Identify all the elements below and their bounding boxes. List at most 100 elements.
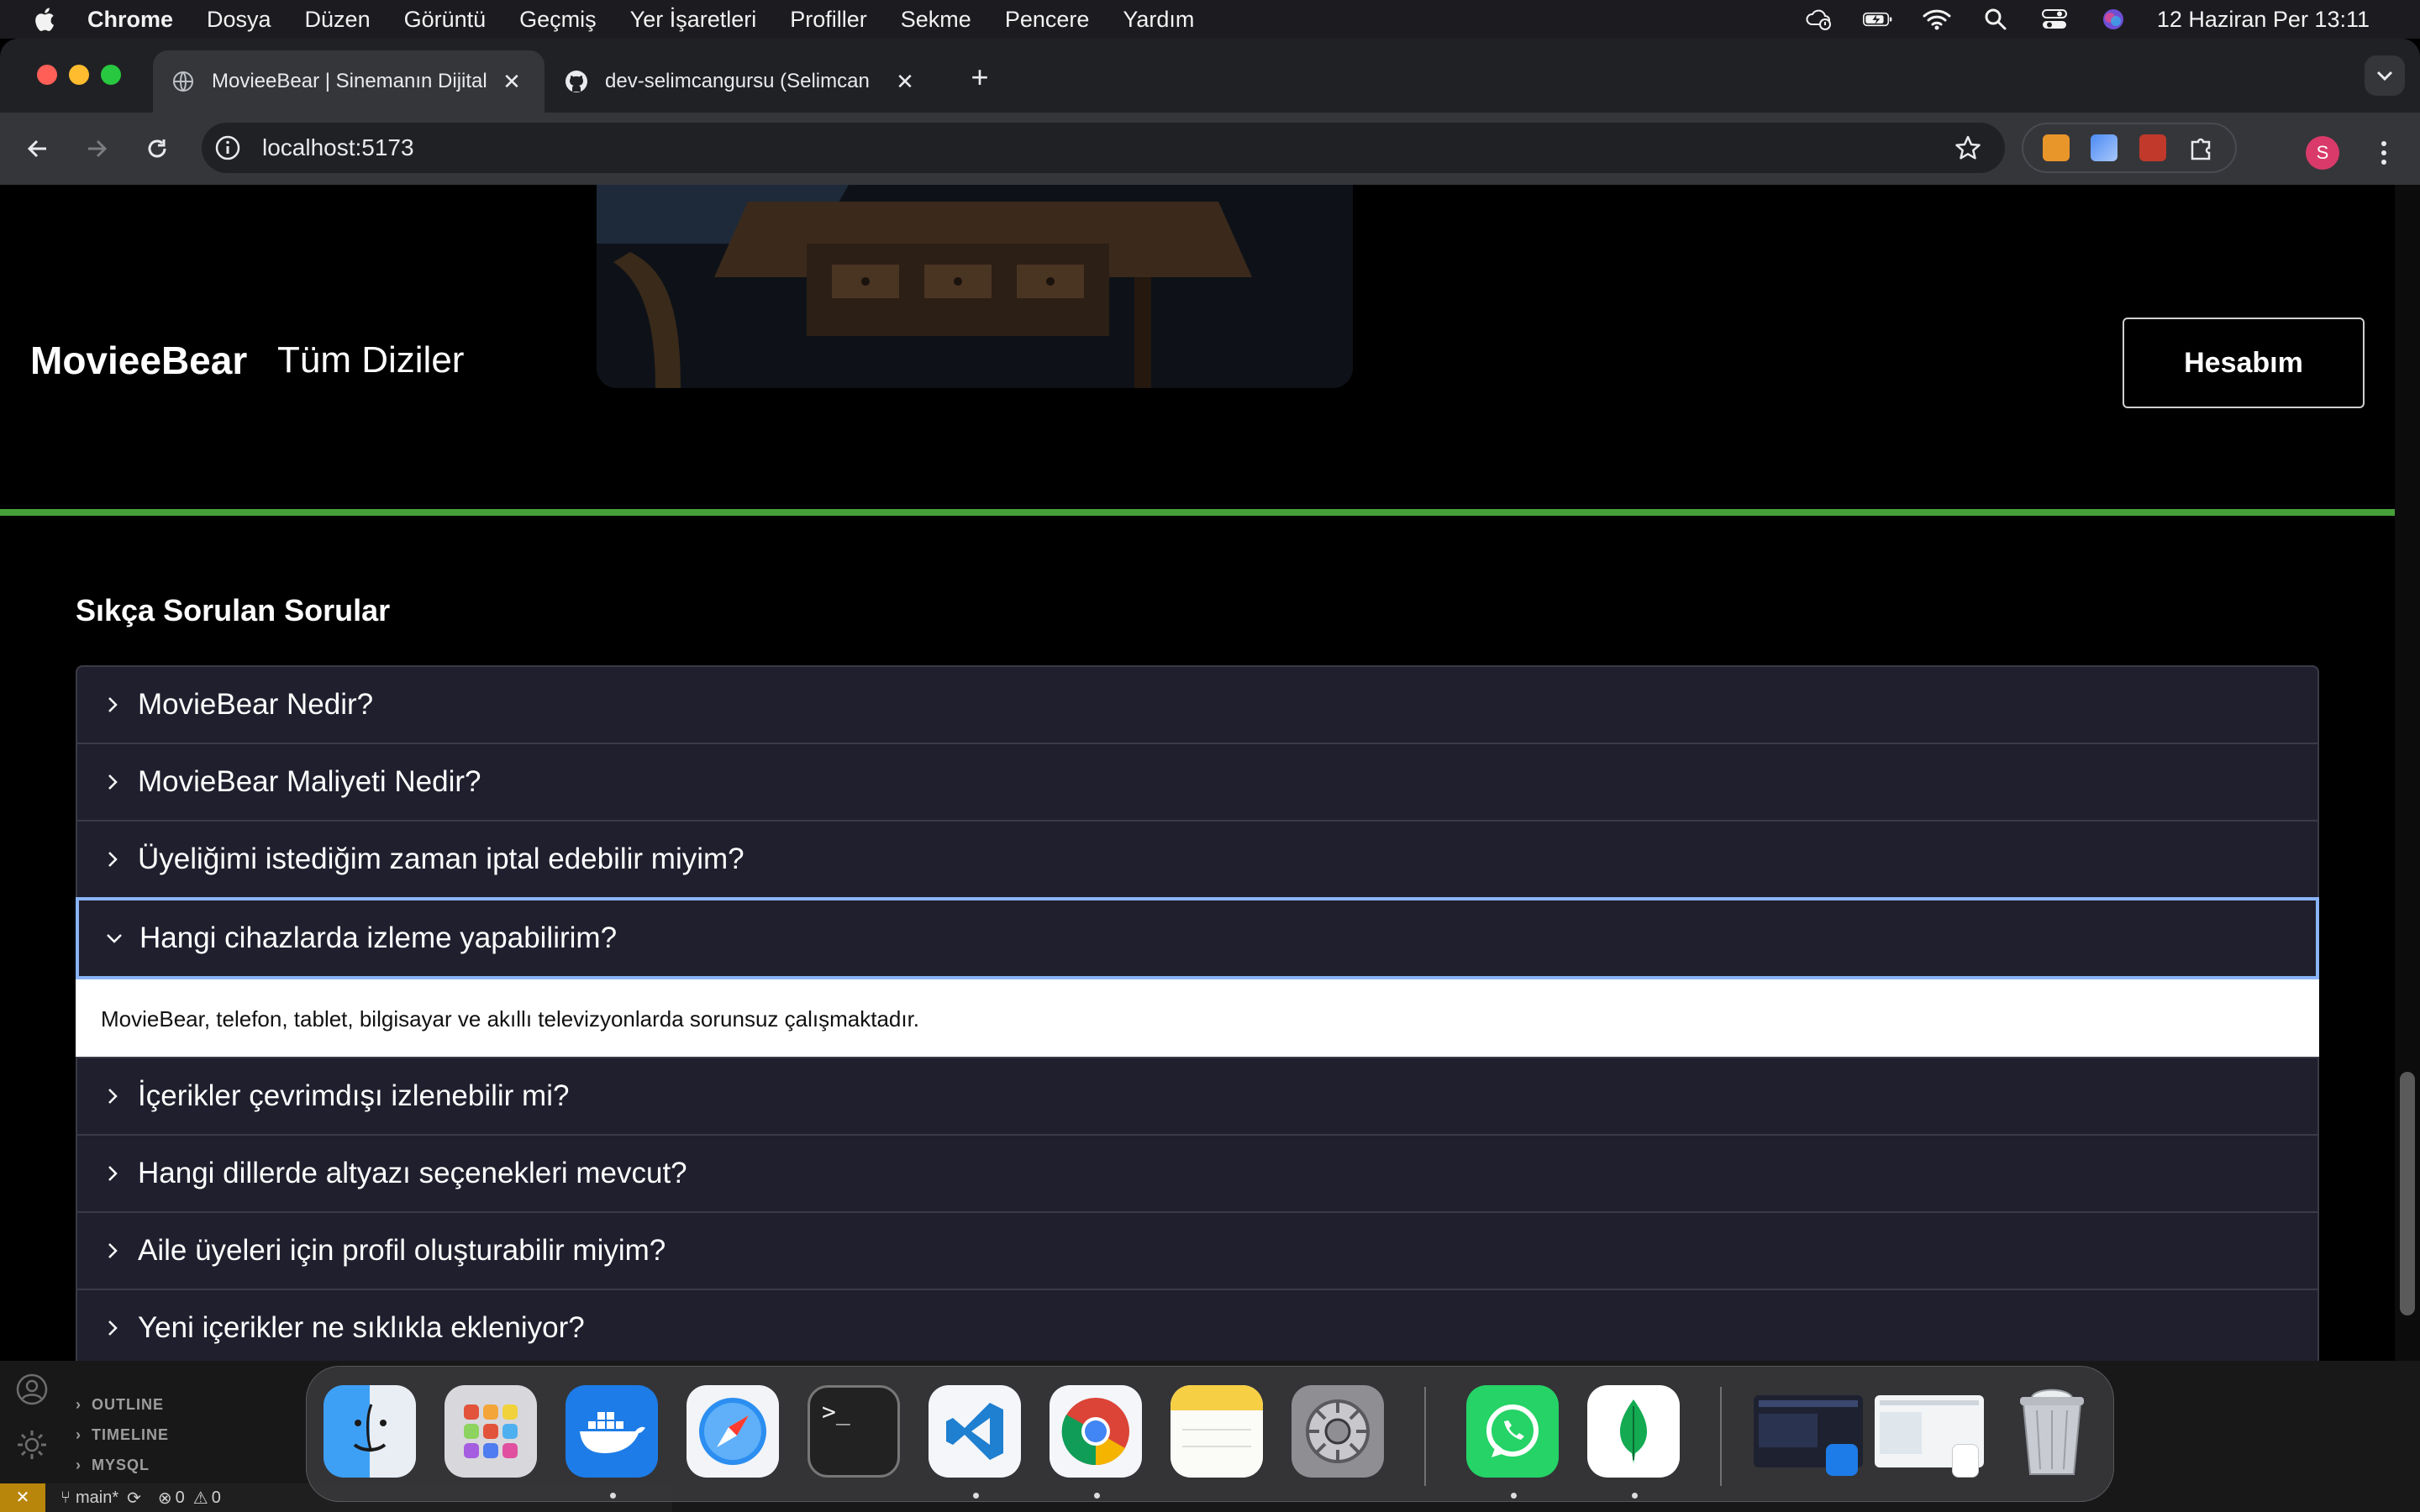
faq-item[interactable]: MovieBear Maliyeti Nedir?	[76, 743, 2319, 822]
control-center-icon[interactable]	[2039, 8, 2070, 31]
arrow-right-icon	[88, 139, 108, 158]
weather-status-icon[interactable]	[1804, 8, 1834, 31]
nav-link-all-series[interactable]: Tüm Diziler	[277, 339, 464, 381]
menu-tab[interactable]: Sekme	[901, 7, 971, 33]
site-info-icon[interactable]	[213, 134, 242, 162]
dock-separator	[1720, 1387, 1722, 1486]
safari-icon[interactable]	[687, 1385, 779, 1478]
macos-dock: >_	[306, 1366, 2114, 1502]
chevron-right-icon	[101, 848, 124, 871]
tab-strip: MovieeBear | Sinemanın Dijital ✕ dev-sel…	[0, 39, 2420, 113]
menu-edit[interactable]: Düzen	[305, 7, 371, 33]
mongodb-compass-icon[interactable]	[1587, 1385, 1680, 1478]
account-button[interactable]: Hesabım	[2123, 318, 2365, 408]
window-minimize-button[interactable]	[69, 65, 89, 85]
back-button[interactable]	[18, 129, 57, 168]
menu-history[interactable]: Geçmiş	[519, 7, 597, 33]
chrome-icon[interactable]	[1050, 1385, 1142, 1478]
faq-question: Üyeliğimi istediğim zaman iptal edebilir…	[138, 843, 744, 875]
close-icon[interactable]: ✕	[892, 69, 918, 94]
menu-file[interactable]: Dosya	[207, 7, 271, 33]
faq-item[interactable]: Hangi dillerde altyazı seçenekleri mevcu…	[76, 1134, 2319, 1213]
spotlight-search-icon[interactable]	[1981, 8, 2011, 31]
menu-window[interactable]: Pencere	[1005, 7, 1090, 33]
whatsapp-icon[interactable]	[1466, 1385, 1559, 1478]
siri-icon[interactable]	[2098, 8, 2128, 31]
forward-button[interactable]	[77, 129, 116, 168]
profile-avatar[interactable]: S	[2306, 136, 2339, 170]
tab-github[interactable]: dev-selimcangursu (Selimcan ✕	[546, 50, 938, 113]
page-viewport: MovieeBear Tüm Diziler Hesabım Sıkça Sor…	[0, 185, 2395, 1361]
account-icon[interactable]	[15, 1373, 49, 1406]
faq-item[interactable]: İçerikler çevrimdışı izlenebilir mi?	[76, 1057, 2319, 1136]
faq-question: MovieBear Nedir?	[138, 688, 374, 721]
new-tab-button[interactable]: +	[963, 60, 997, 94]
puzzle-extensions-icon[interactable]	[2187, 134, 2216, 162]
window-zoom-button[interactable]	[101, 65, 121, 85]
git-branch-label[interactable]: main*	[76, 1488, 118, 1508]
tracker-extension-icon[interactable]	[2139, 134, 2166, 161]
arrow-left-icon	[27, 139, 46, 158]
chevron-right-icon	[101, 1084, 124, 1108]
outline-panel-header[interactable]: › OUTLINE	[76, 1396, 164, 1414]
faq-item[interactable]: Aile üyeleri için profil oluşturabilir m…	[76, 1211, 2319, 1290]
minimized-window-thumbnail[interactable]	[1754, 1395, 1863, 1476]
site-logo[interactable]: MovieeBear	[30, 338, 247, 383]
chevron-right-icon	[101, 1239, 124, 1263]
chevron-right-icon	[101, 693, 124, 717]
window-close-button[interactable]	[37, 65, 57, 85]
faq-question: Hangi cihazlarda izleme yapabilirim?	[139, 921, 618, 954]
launchpad-icon[interactable]	[445, 1385, 537, 1478]
mysql-panel-header[interactable]: › MYSQL	[76, 1457, 150, 1474]
error-count[interactable]: 0	[176, 1488, 185, 1508]
outline-label: OUTLINE	[92, 1396, 164, 1413]
gear-icon[interactable]	[15, 1428, 49, 1462]
faq-item[interactable]: Yeni içerikler ne sıklıkla ekleniyor?	[76, 1289, 2319, 1361]
warning-icon: ⚠	[192, 1488, 208, 1508]
menu-view[interactable]: Görüntü	[404, 7, 487, 33]
vscode-icon[interactable]	[929, 1385, 1021, 1478]
globe-icon	[173, 71, 193, 92]
running-indicator	[973, 1493, 979, 1499]
page-scrollbar-thumb[interactable]	[2400, 1072, 2415, 1315]
apple-menu-icon[interactable]	[32, 6, 55, 33]
faq-title: Sıkça Sorulan Sorular	[76, 593, 391, 627]
timeline-panel-header[interactable]: › TIMELINE	[76, 1426, 169, 1444]
warning-count[interactable]: 0	[212, 1488, 221, 1508]
address-bar[interactable]: localhost:5173	[202, 123, 2005, 173]
terminal-icon[interactable]: >_	[808, 1385, 900, 1478]
extensions-group	[2022, 123, 2237, 173]
tab-movieebear[interactable]: MovieeBear | Sinemanın Dijital ✕	[153, 50, 544, 113]
section-divider	[0, 509, 2395, 516]
menu-help[interactable]: Yardım	[1123, 7, 1194, 33]
minimized-window-thumbnail[interactable]	[1875, 1395, 1984, 1478]
close-icon[interactable]: ✕	[499, 69, 524, 94]
chrome-window: MovieeBear | Sinemanın Dijital ✕ dev-sel…	[0, 39, 2420, 1361]
docker-icon[interactable]	[566, 1385, 658, 1478]
bookmark-star-icon[interactable]	[1954, 134, 1981, 161]
macos-menu-bar: Chrome Dosya Düzen Görüntü Geçmiş Yer İş…	[0, 0, 2420, 39]
burger-extension-icon[interactable]	[2042, 134, 2070, 161]
faq-question: Hangi dillerde altyazı seçenekleri mevcu…	[138, 1157, 687, 1189]
sync-icon[interactable]: ⟳	[127, 1488, 141, 1509]
menu-app-name[interactable]: Chrome	[87, 7, 173, 33]
remote-indicator-icon[interactable]: ✕	[0, 1483, 45, 1512]
faq-item[interactable]: MovieBear Nedir?	[76, 665, 2319, 744]
faq-item[interactable]: Üyeliğimi istediğim zaman iptal edebilir…	[76, 820, 2319, 899]
menu-bookmarks[interactable]: Yer İşaretleri	[630, 7, 757, 33]
faq-question: Aile üyeleri için profil oluşturabilir m…	[138, 1234, 666, 1267]
reload-button[interactable]	[138, 129, 176, 168]
faq-item-open[interactable]: Hangi cihazlarda izleme yapabilirim?	[76, 897, 2319, 979]
finder-icon[interactable]	[324, 1385, 416, 1478]
tab-search-button[interactable]	[2365, 55, 2405, 96]
copy-extension-icon[interactable]	[2091, 134, 2118, 161]
battery-icon[interactable]	[1862, 8, 1893, 31]
url-text[interactable]: localhost:5173	[262, 134, 414, 161]
notes-icon[interactable]	[1171, 1385, 1263, 1478]
system-settings-icon[interactable]	[1292, 1385, 1384, 1478]
wifi-icon[interactable]	[1922, 8, 1952, 31]
menu-profiles[interactable]: Profiller	[790, 7, 867, 33]
more-menu-icon[interactable]	[2370, 134, 2398, 171]
menu-bar-clock[interactable]: 12 Haziran Per 13:11	[2157, 7, 2370, 33]
trash-icon[interactable]	[2006, 1385, 2098, 1478]
